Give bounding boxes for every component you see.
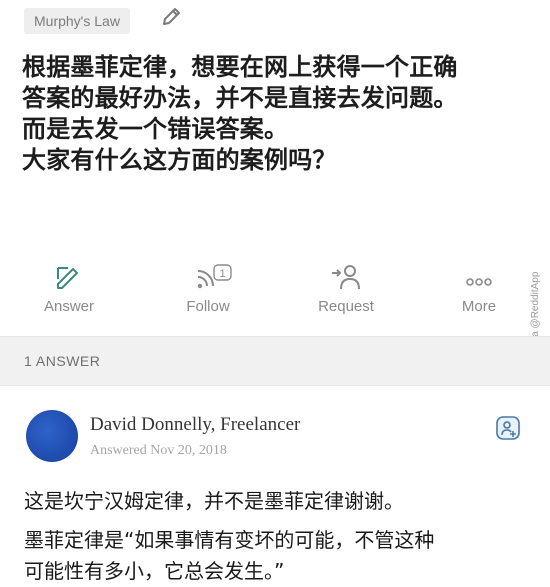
answer-pencil-icon — [57, 267, 78, 289]
request-user-icon — [332, 265, 360, 290]
follow-rss-icon: 1 — [197, 264, 232, 289]
follow-count: 1 — [219, 268, 225, 280]
request-button[interactable]: Request — [296, 262, 396, 315]
follow-author-icon[interactable] — [494, 414, 522, 442]
follow-button[interactable]: 1 Follow — [158, 262, 258, 315]
answers-count-header: 1 ANSWER — [0, 336, 550, 386]
answers-count-label: 1 ANSWER — [24, 353, 101, 369]
answer-paragraph: 墨菲定律是“如果事情有变坏的可能，不管这种 可能性有多小，它总会发生。” — [24, 525, 534, 587]
answer-label: Answer — [43, 298, 95, 315]
answer-date: Answered Nov 20, 2018 — [90, 443, 227, 458]
pencil-icon[interactable] — [160, 6, 182, 28]
more-label: More — [461, 298, 497, 315]
topic-tag[interactable]: Murphy's Law — [24, 8, 130, 34]
watermark: via @RedditApp — [530, 271, 541, 344]
more-dots-icon — [466, 278, 492, 286]
answer-body: 这是坎宁汉姆定律，并不是墨菲定律谢谢。 墨菲定律是“如果事情有变坏的可能，不管这… — [24, 486, 534, 587]
answer-button[interactable]: Answer — [19, 262, 119, 315]
follow-label: Follow — [186, 298, 230, 315]
more-button[interactable]: More — [429, 262, 529, 315]
question-line: 答案的最好办法，并不是直接去发问题。 — [22, 84, 458, 112]
question-line: 而是去发一个错误答案。 — [22, 115, 289, 143]
answer-line: 墨菲定律是“如果事情有变坏的可能，不管这种 — [24, 528, 435, 552]
action-bar: Answer 1 Follow Request More — [0, 262, 550, 330]
request-label: Request — [318, 298, 374, 315]
question-line: 根据墨菲定律，想要在网上获得一个正确 — [22, 53, 458, 81]
answer-paragraph: 这是坎宁汉姆定律，并不是墨菲定律谢谢。 — [24, 489, 404, 513]
avatar[interactable] — [26, 410, 78, 462]
question-line: 大家有什么这方面的案例吗？ — [22, 146, 337, 174]
author-name[interactable]: David Donnelly, Freelancer — [90, 414, 300, 436]
answer-line: 可能性有多小，它总会发生。” — [24, 559, 285, 583]
question-title: 根据墨菲定律，想要在网上获得一个正确 答案的最好办法，并不是直接去发问题。 而是… — [22, 52, 542, 176]
